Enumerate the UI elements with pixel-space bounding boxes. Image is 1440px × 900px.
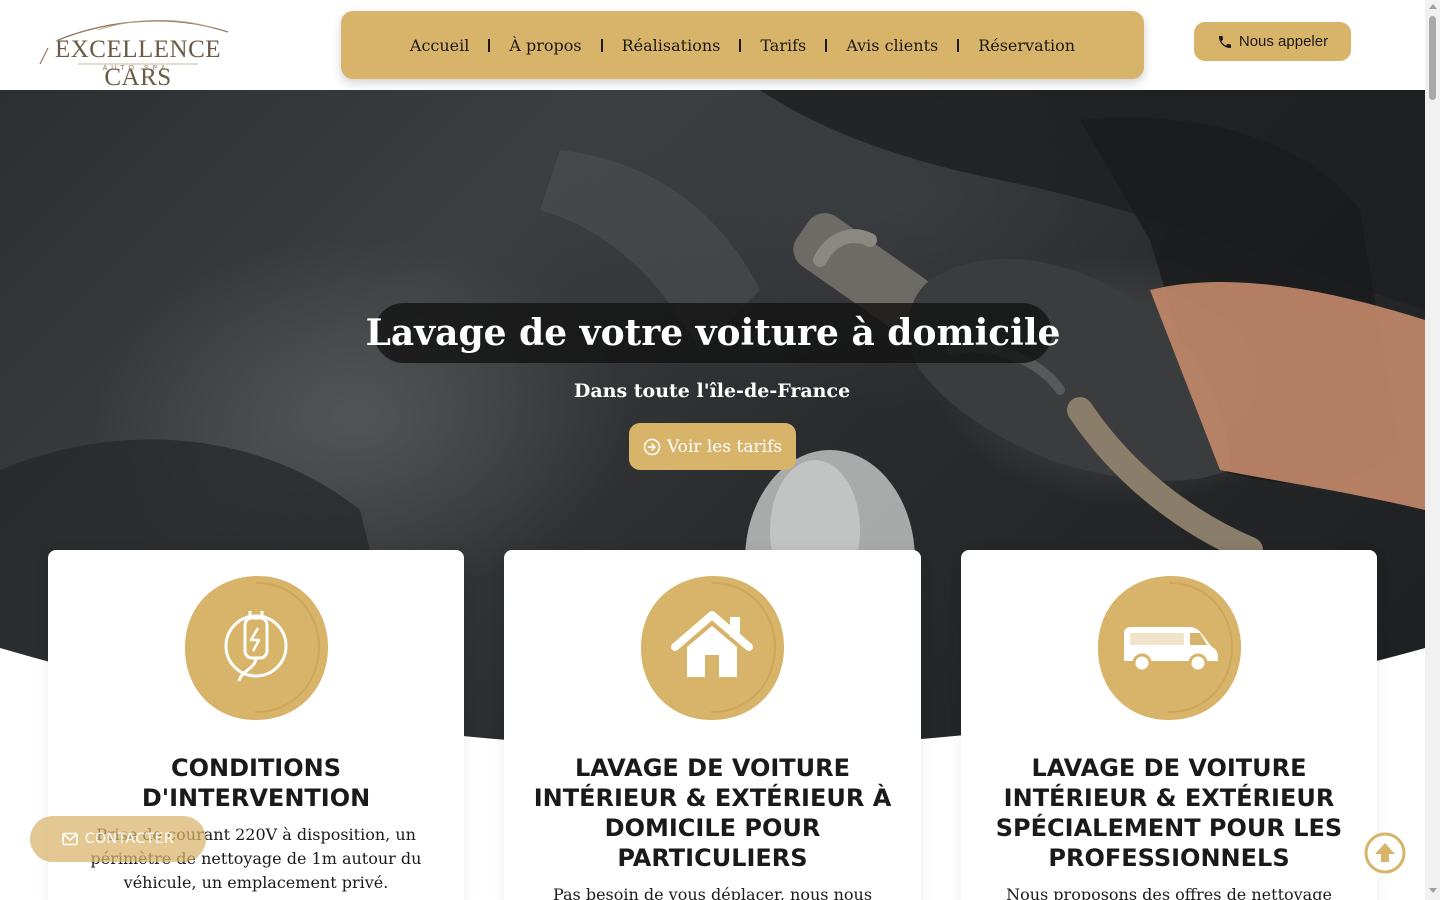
brand-logo[interactable]: EXCELLENCE CARS AUTO SPA bbox=[38, 14, 234, 91]
nav-divider bbox=[825, 38, 828, 52]
brand-tagline: AUTO SPA bbox=[102, 65, 170, 72]
contact-button[interactable]: CONTACTER bbox=[30, 816, 206, 862]
van-icon bbox=[1097, 575, 1242, 721]
nav-item-realisations[interactable]: Réalisations bbox=[622, 36, 721, 55]
view-pricing-label: Voir les tarifs bbox=[666, 436, 783, 457]
card-badge bbox=[181, 573, 331, 723]
brand-name: EXCELLENCE CARS bbox=[54, 36, 222, 91]
hero-subtitle: Dans toute l'île-de-France bbox=[573, 380, 851, 402]
nav-divider bbox=[957, 38, 960, 52]
service-card-professionnels: LAVAGE DE VOITURE INTÉRIEUR & EXTÉRIEUR … bbox=[961, 550, 1377, 900]
nav-divider bbox=[739, 38, 742, 52]
card-badge bbox=[637, 573, 787, 723]
card-title: LAVAGE DE VOITURE INTÉRIEUR & EXTÉRIEUR … bbox=[533, 754, 892, 872]
site-header: EXCELLENCE CARS AUTO SPA Accueil À propo… bbox=[0, 0, 1425, 91]
call-button[interactable]: Nous appeler bbox=[1194, 22, 1351, 61]
arrow-up-circle-icon[interactable] bbox=[1364, 832, 1406, 874]
envelope-icon bbox=[62, 832, 78, 846]
house-icon bbox=[640, 575, 785, 721]
service-card-particuliers: LAVAGE DE VOITURE INTÉRIEUR & EXTÉRIEUR … bbox=[504, 550, 921, 900]
card-text: Pas besoin de vous déplacer, nous nous r… bbox=[552, 885, 873, 900]
card-title: CONDITIONS D'INTERVENTION bbox=[141, 754, 371, 812]
nav-item-tarifs[interactable]: Tarifs bbox=[760, 36, 806, 55]
arrow-circle-right-icon bbox=[643, 438, 661, 455]
scroll-down-arrow-icon[interactable] bbox=[1429, 888, 1437, 893]
nav-item-a-propos[interactable]: À propos bbox=[509, 36, 581, 55]
electric-plug-icon bbox=[184, 575, 329, 721]
nav-item-accueil[interactable]: Accueil bbox=[410, 36, 469, 55]
nav-item-reservation[interactable]: Réservation bbox=[978, 36, 1075, 55]
nav-divider bbox=[600, 38, 603, 52]
card-badge bbox=[1094, 573, 1244, 723]
card-text: Nous proposons des offres de nettoyage d… bbox=[1006, 885, 1332, 900]
card-title: LAVAGE DE VOITURE INTÉRIEUR & EXTÉRIEUR … bbox=[995, 754, 1343, 872]
phone-icon bbox=[1218, 35, 1231, 48]
call-button-label: Nous appeler bbox=[1238, 33, 1329, 50]
view-pricing-button[interactable]: Voir les tarifs bbox=[629, 423, 796, 470]
nav-item-avis-clients[interactable]: Avis clients bbox=[846, 36, 938, 55]
scroll-up-arrow-icon[interactable] bbox=[1429, 4, 1437, 9]
contact-button-label: CONTACTER bbox=[84, 831, 175, 847]
main-nav: Accueil À propos Réalisations Tarifs Avi… bbox=[341, 11, 1144, 79]
scrollbar-thumb[interactable] bbox=[1429, 16, 1436, 100]
page-scrollbar[interactable] bbox=[1425, 0, 1440, 900]
hero-title: Lavage de votre voiture à domicile bbox=[366, 303, 1060, 363]
nav-divider bbox=[488, 38, 491, 52]
